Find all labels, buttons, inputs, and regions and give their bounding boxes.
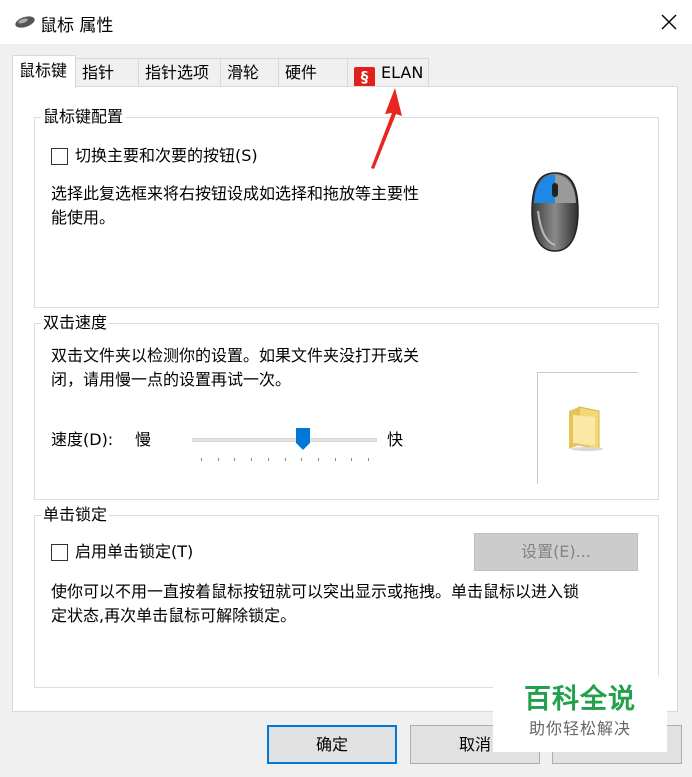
annotation-arrow	[371, 88, 402, 169]
watermark-title: 百科全说	[524, 684, 636, 715]
click-lock-settings-button[interactable]: 设置(E)...	[474, 533, 638, 571]
window-title: 鼠标 属性	[40, 16, 114, 36]
slider-tick	[251, 458, 253, 461]
slider-tick	[201, 458, 202, 461]
double-click-description: 双击文件夹以检测你的设置。如果文件夹没打开或关	[51, 346, 420, 365]
double-click-group: 双击速度 双击文件夹以检测你的设置。如果文件夹没打开或关 闭，请用慢一点的设置再…	[34, 313, 659, 500]
group-title: 鼠标键配置	[41, 107, 126, 127]
tab-label: 硬件	[285, 63, 318, 82]
click-lock-description-cont: 定状态,再次单击鼠标可解除锁定。	[51, 606, 297, 625]
slider-tick	[301, 458, 303, 461]
fast-label: 快	[387, 430, 404, 449]
tab-mouse-buttons[interactable]: 鼠标键	[12, 55, 76, 88]
elan-logo-icon: §	[354, 67, 375, 88]
tab-wheel[interactable]: 滑轮	[220, 58, 279, 86]
group-title: 单击锁定	[41, 505, 110, 525]
tab-strip: 鼠标键 指针 指针选项 滑轮 硬件 § ELAN	[12, 55, 692, 88]
tab-pointer-options[interactable]: 指针选项	[138, 58, 221, 86]
ok-button[interactable]: 确定	[267, 725, 397, 764]
mouse-illustration-icon	[531, 172, 579, 252]
click-lock-checkbox[interactable]	[51, 544, 68, 561]
slider-tick	[217, 458, 219, 461]
double-click-description-cont: 闭，请用慢一点的设置再试一次。	[51, 370, 292, 389]
tab-elan[interactable]: § ELAN	[347, 58, 429, 88]
tab-label: 滑轮	[227, 63, 260, 82]
button-config-description: 选择此复选框来将右按钮设成如选择和拖放等主要性	[51, 184, 420, 203]
tab-label: 鼠标键	[19, 61, 68, 80]
title-bar: 鼠标 属性	[0, 0, 692, 44]
slider-tick	[334, 458, 336, 461]
tab-pointers[interactable]: 指针	[75, 58, 139, 86]
switch-buttons-label: 切换主要和次要的按钮(S)	[75, 146, 258, 165]
tab-label: 指针	[82, 63, 115, 82]
slow-label: 慢	[135, 430, 152, 449]
slider-tick	[351, 458, 353, 461]
speed-label: 速度(D):	[51, 430, 114, 449]
click-lock-label: 启用单击锁定(T)	[75, 542, 194, 561]
slider-tick	[234, 458, 236, 461]
slider-tick	[368, 458, 369, 461]
close-button[interactable]	[646, 0, 692, 44]
watermark-subtitle: 助你轻松解决	[528, 719, 631, 738]
switch-buttons-checkbox[interactable]	[51, 148, 68, 165]
speed-slider-track[interactable]	[192, 438, 377, 442]
click-lock-group: 单击锁定 启用单击锁定(T) 设置(E)... 使你可以不用一直按着鼠标按钮就可…	[34, 505, 659, 688]
button-config-group: 鼠标键配置 切换主要和次要的按钮(S) 选择此复选框来将右按钮设成如选择和拖放等…	[34, 107, 659, 308]
watermark: 百科全说 助你轻松解决	[493, 676, 667, 752]
mouse-icon	[15, 16, 35, 28]
group-title: 双击速度	[41, 313, 110, 333]
slider-tick	[284, 458, 286, 461]
tab-panel: 鼠标键配置 切换主要和次要的按钮(S) 选择此复选框来将右按钮设成如选择和拖放等…	[12, 86, 678, 712]
slider-tick	[317, 458, 319, 461]
close-icon	[661, 14, 677, 30]
tab-label: ELAN	[381, 63, 424, 82]
button-config-description-cont: 能使用。	[51, 208, 116, 227]
slider-tick	[267, 458, 269, 461]
tab-hardware[interactable]: 硬件	[278, 58, 348, 86]
tab-label: 指针选项	[145, 63, 210, 82]
speed-slider-thumb[interactable]	[296, 428, 310, 450]
test-area[interactable]	[537, 372, 638, 484]
folder-icon	[569, 406, 603, 451]
click-lock-description: 使你可以不用一直按着鼠标按钮就可以突出显示或拖拽。单击鼠标以进入锁	[51, 582, 580, 601]
